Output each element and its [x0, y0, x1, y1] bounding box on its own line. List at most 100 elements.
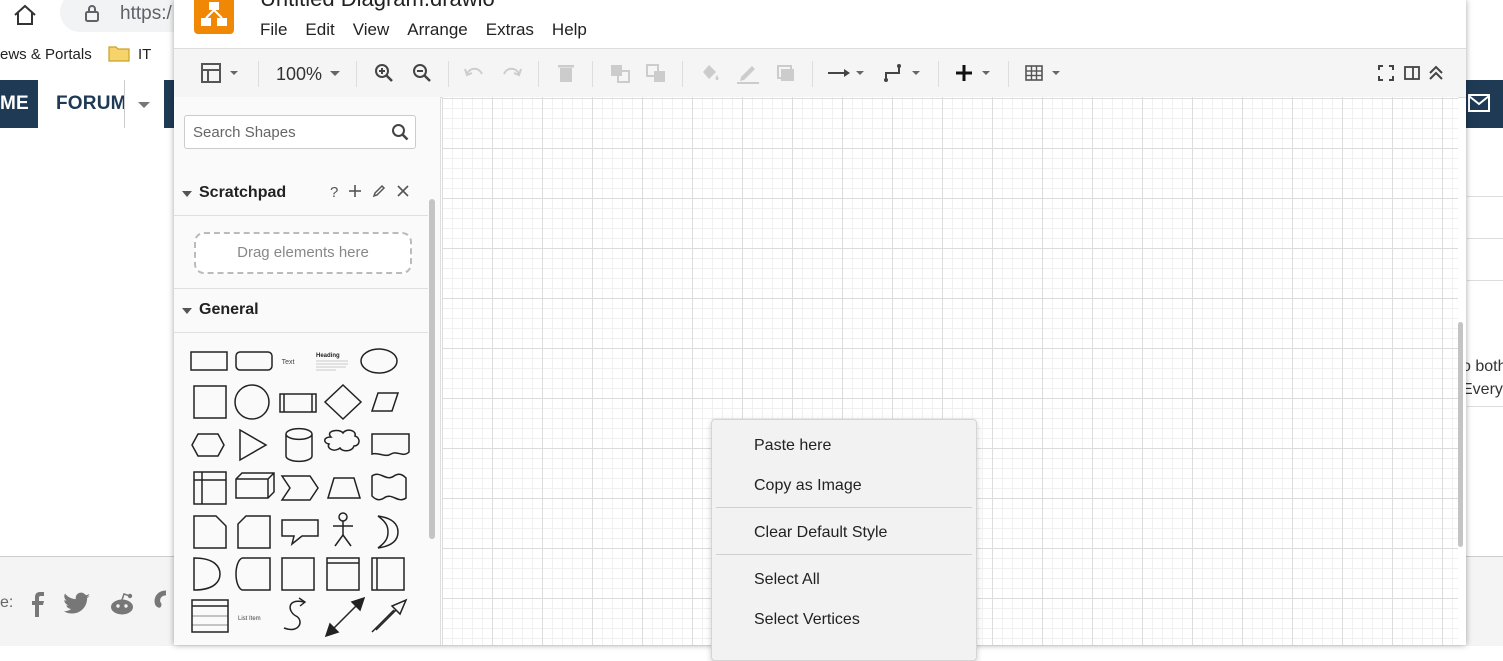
to-front-button[interactable]: [608, 62, 632, 84]
document-shape: [371, 433, 410, 457]
menu-edit[interactable]: Edit: [296, 20, 343, 40]
menu-extras[interactable]: Extras: [477, 20, 543, 40]
scratchpad-header[interactable]: Scratchpad ?: [174, 175, 428, 216]
chevron-down-icon: [330, 71, 340, 76]
zoom-level[interactable]: 100%: [276, 64, 322, 85]
table-button[interactable]: [1022, 62, 1064, 84]
to-back-icon: [646, 64, 665, 82]
facebook-icon[interactable]: [24, 590, 50, 618]
divider: [938, 61, 939, 87]
add-icon[interactable]: [348, 184, 362, 202]
line-color-button[interactable]: [736, 62, 760, 84]
cube-shape: [235, 472, 275, 499]
drag-hint: Drag elements here: [237, 244, 369, 261]
url-text[interactable]: https:/: [120, 3, 172, 25]
arrow-shape: [375, 598, 408, 631]
trash-icon: [558, 65, 574, 82]
divider: [258, 61, 259, 87]
drawio-logo-icon: [194, 0, 234, 34]
bookmark-portals[interactable]: ews & Portals: [0, 46, 92, 63]
format-toggle-button[interactable]: [1402, 62, 1422, 84]
zoom-out-button[interactable]: [410, 62, 434, 84]
menu-bar: File Edit View Arrange Extras Help: [260, 20, 596, 40]
divider: [812, 61, 813, 87]
share-label: e:: [0, 594, 14, 611]
menu-arrange[interactable]: Arrange: [398, 20, 476, 40]
context-menu: Paste here Copy as Image Clear Default S…: [711, 419, 977, 661]
close-icon[interactable]: [396, 184, 410, 202]
bidirectional-arrow-shape: [324, 596, 366, 638]
note-shape: [193, 515, 227, 549]
connection-style-button[interactable]: [826, 62, 868, 84]
divider: [682, 61, 683, 87]
sidebar-right-icon: [1404, 66, 1420, 80]
fullscreen-button[interactable]: [1376, 62, 1396, 84]
cylinder-shape: [285, 427, 313, 463]
collapse-button[interactable]: [1426, 62, 1446, 84]
search-icon[interactable]: [391, 123, 409, 141]
zoom-dropdown[interactable]: [328, 62, 342, 84]
menu-item-copy-as-image[interactable]: Copy as Image: [754, 477, 862, 495]
chevrons-up-icon: [1429, 65, 1443, 80]
insert-button[interactable]: [952, 62, 994, 84]
delay-shape: [193, 557, 221, 591]
waypoints-button[interactable]: [882, 62, 924, 84]
reddit-icon[interactable]: [108, 590, 134, 618]
table-icon: [1025, 65, 1060, 81]
zoom-out-icon: [413, 64, 431, 82]
help-icon[interactable]: ?: [330, 184, 338, 202]
drawio-window: Untitled Diagram.drawio File Edit View A…: [174, 0, 1466, 661]
step-shape: [280, 475, 319, 501]
process-shape: [279, 393, 317, 413]
toolbar: 100%: [174, 48, 1466, 98]
menu-item-select-vertices[interactable]: Select Vertices: [754, 611, 860, 629]
diamond-shape: [323, 383, 363, 421]
shadow-button[interactable]: [774, 62, 798, 84]
zoom-in-button[interactable]: [372, 62, 396, 84]
pencil-icon: [737, 66, 759, 84]
redo-button[interactable]: [500, 62, 524, 84]
menu-item-clear-default-style[interactable]: Clear Default Style: [754, 524, 887, 542]
format-panel-toggle[interactable]: [200, 62, 242, 84]
general-shapes-palette[interactable]: Text Heading List Item: [186, 340, 416, 645]
scratchpad-drop-zone[interactable]: Drag elements here: [194, 232, 412, 274]
sidebar-scrollbar[interactable]: [429, 199, 435, 539]
undo-button[interactable]: [462, 62, 486, 84]
search-input[interactable]: [193, 116, 388, 148]
nav-home-partial[interactable]: ME: [0, 80, 29, 128]
mail-icon[interactable]: [1468, 94, 1490, 112]
bookmark-it[interactable]: IT: [138, 46, 151, 63]
delete-button[interactable]: [554, 62, 578, 84]
general-header[interactable]: General: [174, 292, 428, 333]
document-title[interactable]: Untitled Diagram.drawio: [260, 0, 495, 12]
side-text: Everyo: [1462, 381, 1503, 398]
menu-item-paste-here[interactable]: Paste here: [754, 437, 831, 455]
canvas-scrollbar[interactable]: [1458, 322, 1463, 547]
lock-icon: [82, 3, 102, 23]
expand-triangle-icon: [182, 191, 192, 197]
or-shape: [377, 515, 399, 549]
menu-item-select-all[interactable]: Select All: [754, 571, 820, 589]
to-back-button[interactable]: [644, 62, 668, 84]
menu-file[interactable]: File: [260, 20, 296, 40]
edit-icon[interactable]: [372, 184, 386, 202]
arrow-right-icon: [828, 69, 864, 77]
plus-icon: [956, 65, 990, 81]
menu-view[interactable]: View: [344, 20, 399, 40]
search-box: [184, 115, 416, 149]
nav-dropdown[interactable]: [124, 80, 164, 128]
menu-help[interactable]: Help: [543, 20, 596, 40]
rectangle-shape: [190, 351, 228, 371]
twitter-icon[interactable]: [64, 590, 90, 618]
hexagon-shape: [191, 433, 225, 457]
menu-separator: [716, 554, 972, 555]
rounded-rectangle-shape: [235, 351, 273, 371]
fill-color-button[interactable]: [698, 62, 722, 84]
redo-icon: [503, 67, 522, 77]
stored-data-shape: [235, 557, 271, 591]
waypoint-icon: [884, 64, 920, 82]
fullscreen-icon: [1378, 65, 1394, 81]
to-front-icon: [611, 65, 630, 83]
home-icon[interactable]: [12, 4, 38, 26]
shadow-icon: [777, 65, 794, 81]
